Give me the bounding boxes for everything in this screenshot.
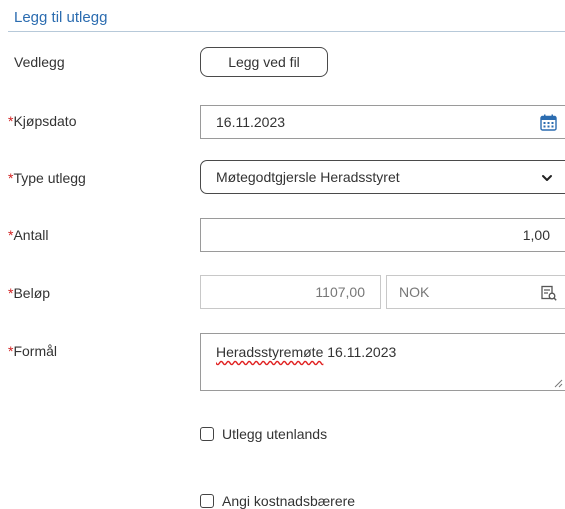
cost-carriers-label: Angi kostnadsbærere [222,493,356,509]
purchase-date-label: *Kjøpsdato [8,113,77,129]
lookup-icon[interactable] [541,285,557,301]
amount-label: *Beløp [8,285,51,301]
amount-input[interactable]: 1107,00 [200,275,381,309]
form-header: Legg til utlegg [0,0,565,32]
purpose-value: Heradsstyremøte 16.11.2023 [216,344,397,360]
abroad-checkbox[interactable] [200,427,214,441]
abroad-checkbox-row[interactable]: Utlegg utenlands [200,426,327,442]
quantity-value: 1,00 [522,227,550,243]
resize-handle-icon[interactable] [554,379,563,388]
amount-value: 1107,00 [315,284,365,300]
attach-file-button[interactable]: Legg ved fil [200,47,328,77]
calendar-icon[interactable] [540,114,557,131]
cost-carriers-checkbox-row[interactable]: Angi kostnadsbærere [200,493,355,509]
currency-value: NOK [399,284,430,300]
purchase-date-input[interactable]: 16.11.2023 [200,105,565,139]
attachment-label: Vedlegg [14,54,65,70]
spellcheck-word: Heradsstyremøte [216,344,324,360]
page-title: Legg til utlegg [14,9,108,26]
quantity-input[interactable]: 1,00 [200,218,565,252]
purpose-label: *Formål [8,343,58,359]
header-divider [8,31,565,32]
currency-input[interactable]: NOK [386,275,565,309]
purpose-textarea[interactable]: Heradsstyremøte 16.11.2023 [200,333,565,391]
expense-type-label: *Type utlegg [8,170,86,186]
expense-type-select[interactable]: Møtegodtgjersle Heradsstyret [200,160,565,194]
chevron-down-icon[interactable] [541,172,553,184]
quantity-label: *Antall [8,227,49,243]
expense-type-value: Møtegodtgjersle Heradsstyret [216,169,400,185]
purchase-date-value: 16.11.2023 [216,114,286,130]
cost-carriers-checkbox[interactable] [200,494,214,508]
abroad-label: Utlegg utenlands [222,426,328,442]
